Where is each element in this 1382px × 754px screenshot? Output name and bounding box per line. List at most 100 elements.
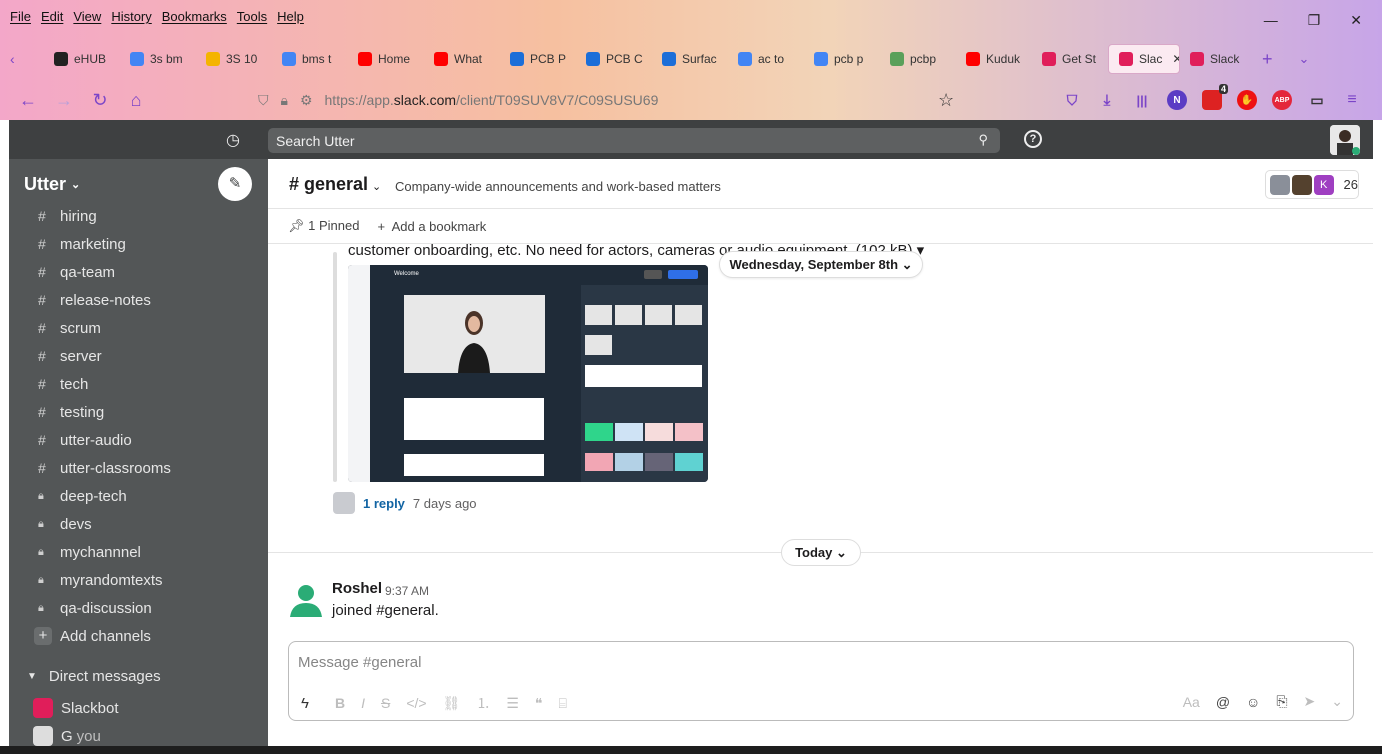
browser-tab[interactable]: PCB P: [500, 44, 576, 74]
lock-icon[interactable]: 🔒︎: [281, 92, 288, 109]
tab-scroll-left-icon[interactable]: ‹: [10, 51, 44, 67]
browser-tab[interactable]: pcbp: [880, 44, 956, 74]
history-icon[interactable]: ◷: [226, 130, 240, 150]
browser-tab[interactable]: Get St: [1032, 44, 1108, 74]
message-composer[interactable]: Message #general ϟ B I S </> ⛓ ⒈ ☰ ❝ ⌸ A…: [288, 641, 1354, 721]
browser-tab[interactable]: ac to: [728, 44, 804, 74]
browser-tab[interactable]: PCB C: [576, 44, 652, 74]
url-bar[interactable]: ⛉ 🔒︎ ⚙ https://app.slack.com/client/T09S…: [248, 82, 978, 118]
pocket-icon[interactable]: ⛉: [1062, 90, 1082, 110]
sidebar-item-mychannnel[interactable]: 🔒︎ mychannnel: [9, 538, 268, 566]
minimize-button[interactable]: —: [1264, 12, 1278, 29]
library-icon[interactable]: |||: [1132, 90, 1152, 110]
sidebar-item-utter-audio[interactable]: # utter-audio: [9, 426, 268, 454]
bulleted-list-icon[interactable]: ☰: [506, 695, 519, 712]
menu-view[interactable]: View: [73, 9, 101, 27]
shortcuts-icon[interactable]: ϟ: [301, 695, 309, 712]
bookmark-star-icon[interactable]: ☆: [938, 90, 954, 111]
thread-replies[interactable]: 1 reply 7 days ago: [333, 492, 477, 514]
add-channels-button[interactable]: + Add channels: [9, 622, 268, 650]
members-button[interactable]: K 26: [1265, 170, 1359, 199]
send-options-icon[interactable]: ⌄: [1331, 693, 1343, 710]
blockquote-icon[interactable]: ❝: [535, 695, 543, 712]
sidebar-item-utter-classrooms[interactable]: # utter-classrooms: [9, 454, 268, 482]
code-icon[interactable]: </>: [406, 695, 426, 711]
maximize-button[interactable]: ❐: [1308, 12, 1321, 29]
extension-n-icon[interactable]: N: [1167, 90, 1187, 110]
menu-help[interactable]: Help: [277, 9, 304, 27]
browser-tab[interactable]: eHUB: [44, 44, 120, 74]
formatting-icon[interactable]: Aa: [1183, 694, 1200, 710]
sidebar-item-qa-discussion[interactable]: 🔒︎ qa-discussion: [9, 594, 268, 622]
emoji-icon[interactable]: ☺: [1246, 694, 1260, 710]
help-icon[interactable]: ?: [1024, 130, 1042, 148]
sidebar-item-testing[interactable]: # testing: [9, 398, 268, 426]
attach-icon[interactable]: ⎘: [1276, 693, 1287, 710]
extension-badge-icon[interactable]: 4: [1202, 84, 1228, 110]
permissions-icon[interactable]: ⚙: [300, 92, 313, 109]
pinned-button[interactable]: 📌︎ 1 Pinned: [288, 218, 359, 234]
ordered-list-icon[interactable]: ⒈: [476, 693, 490, 713]
shield-icon[interactable]: ⛉: [258, 92, 269, 109]
sidebar-item-deep-tech[interactable]: 🔒︎ deep-tech: [9, 482, 268, 510]
menu-history[interactable]: History: [111, 9, 151, 27]
search-icon[interactable]: ⚲: [978, 132, 988, 148]
sidebar-item-marketing[interactable]: # marketing: [9, 230, 268, 258]
dm-item[interactable]: Slackbot: [9, 694, 268, 722]
bold-icon[interactable]: B: [335, 695, 345, 711]
attachment-image[interactable]: Welcome: [348, 265, 708, 482]
forward-icon[interactable]: →: [46, 90, 82, 111]
back-icon[interactable]: ←: [10, 90, 46, 111]
reload-icon[interactable]: ↻: [82, 90, 118, 111]
sidebar-item-scrum[interactable]: # scrum: [9, 314, 268, 342]
browser-tab[interactable]: Slack: [1180, 44, 1256, 74]
downloads-icon[interactable]: ⤓: [1097, 90, 1117, 110]
message-time[interactable]: 9:37 AM: [385, 584, 429, 598]
browser-tab[interactable]: pcb p: [804, 44, 880, 74]
browser-tab[interactable]: 3s bm: [120, 44, 196, 74]
browser-tab[interactable]: Home: [348, 44, 424, 74]
menu-edit[interactable]: Edit: [41, 9, 63, 27]
direct-messages-header[interactable]: ▼ Direct messages: [9, 658, 268, 694]
sidebar-item-release-notes[interactable]: # release-notes: [9, 286, 268, 314]
ublock-icon[interactable]: ✋: [1237, 90, 1257, 110]
browser-tab[interactable]: bms t: [272, 44, 348, 74]
home-icon[interactable]: ⌂: [118, 90, 154, 111]
url-text[interactable]: https://app.slack.com/client/T09SUV8V7/C…: [325, 92, 659, 108]
mention-icon[interactable]: @: [1216, 694, 1230, 710]
sidebar-item-myrandomtexts[interactable]: 🔒︎ myrandomtexts: [9, 566, 268, 594]
browser-tab[interactable]: Kuduk: [956, 44, 1032, 74]
search-input[interactable]: Search Utter ⚲: [268, 128, 1000, 153]
sidebar-item-tech[interactable]: # tech: [9, 370, 268, 398]
compose-icon[interactable]: ✎: [218, 167, 252, 201]
strikethrough-icon[interactable]: S: [381, 695, 390, 711]
tab-list-icon[interactable]: ⌄: [1299, 51, 1310, 67]
italic-icon[interactable]: I: [361, 695, 365, 711]
replies-link[interactable]: 1 reply: [363, 496, 405, 511]
menu-bookmarks[interactable]: Bookmarks: [162, 9, 227, 27]
close-window-button[interactable]: ✕: [1350, 12, 1362, 29]
sidebar-item-hiring[interactable]: # hiring: [9, 202, 268, 230]
app-menu-icon[interactable]: ≡: [1342, 90, 1362, 110]
date-divider-button[interactable]: Wednesday, September 8th ⌄: [719, 251, 923, 278]
browser-tab[interactable]: 3S 10: [196, 44, 272, 74]
user-avatar[interactable]: [1330, 125, 1360, 155]
new-tab-icon[interactable]: +: [1262, 49, 1273, 70]
sidebar-item-server[interactable]: # server: [9, 342, 268, 370]
close-tab-icon[interactable]: ✕: [1172, 52, 1179, 66]
sidebar-item-qa-team[interactable]: # qa-team: [9, 258, 268, 286]
send-icon[interactable]: ➤: [1304, 693, 1316, 710]
message-author[interactable]: Roshel: [332, 580, 382, 597]
adblock-icon[interactable]: ABP: [1272, 90, 1292, 110]
channel-name-button[interactable]: # general ⌄: [289, 174, 381, 195]
cast-icon[interactable]: ▭: [1307, 90, 1327, 110]
menu-file[interactable]: File: [10, 9, 31, 27]
link-icon[interactable]: ⛓: [443, 695, 461, 712]
roshel-avatar[interactable]: [288, 581, 324, 617]
sidebar-item-devs[interactable]: 🔒︎ devs: [9, 510, 268, 538]
today-divider-button[interactable]: Today ⌄: [781, 539, 861, 566]
browser-tab[interactable]: Surfac: [652, 44, 728, 74]
add-bookmark-button[interactable]: + Add a bookmark: [377, 219, 486, 234]
menu-tools[interactable]: Tools: [237, 9, 267, 27]
browser-tab[interactable]: What: [424, 44, 500, 74]
